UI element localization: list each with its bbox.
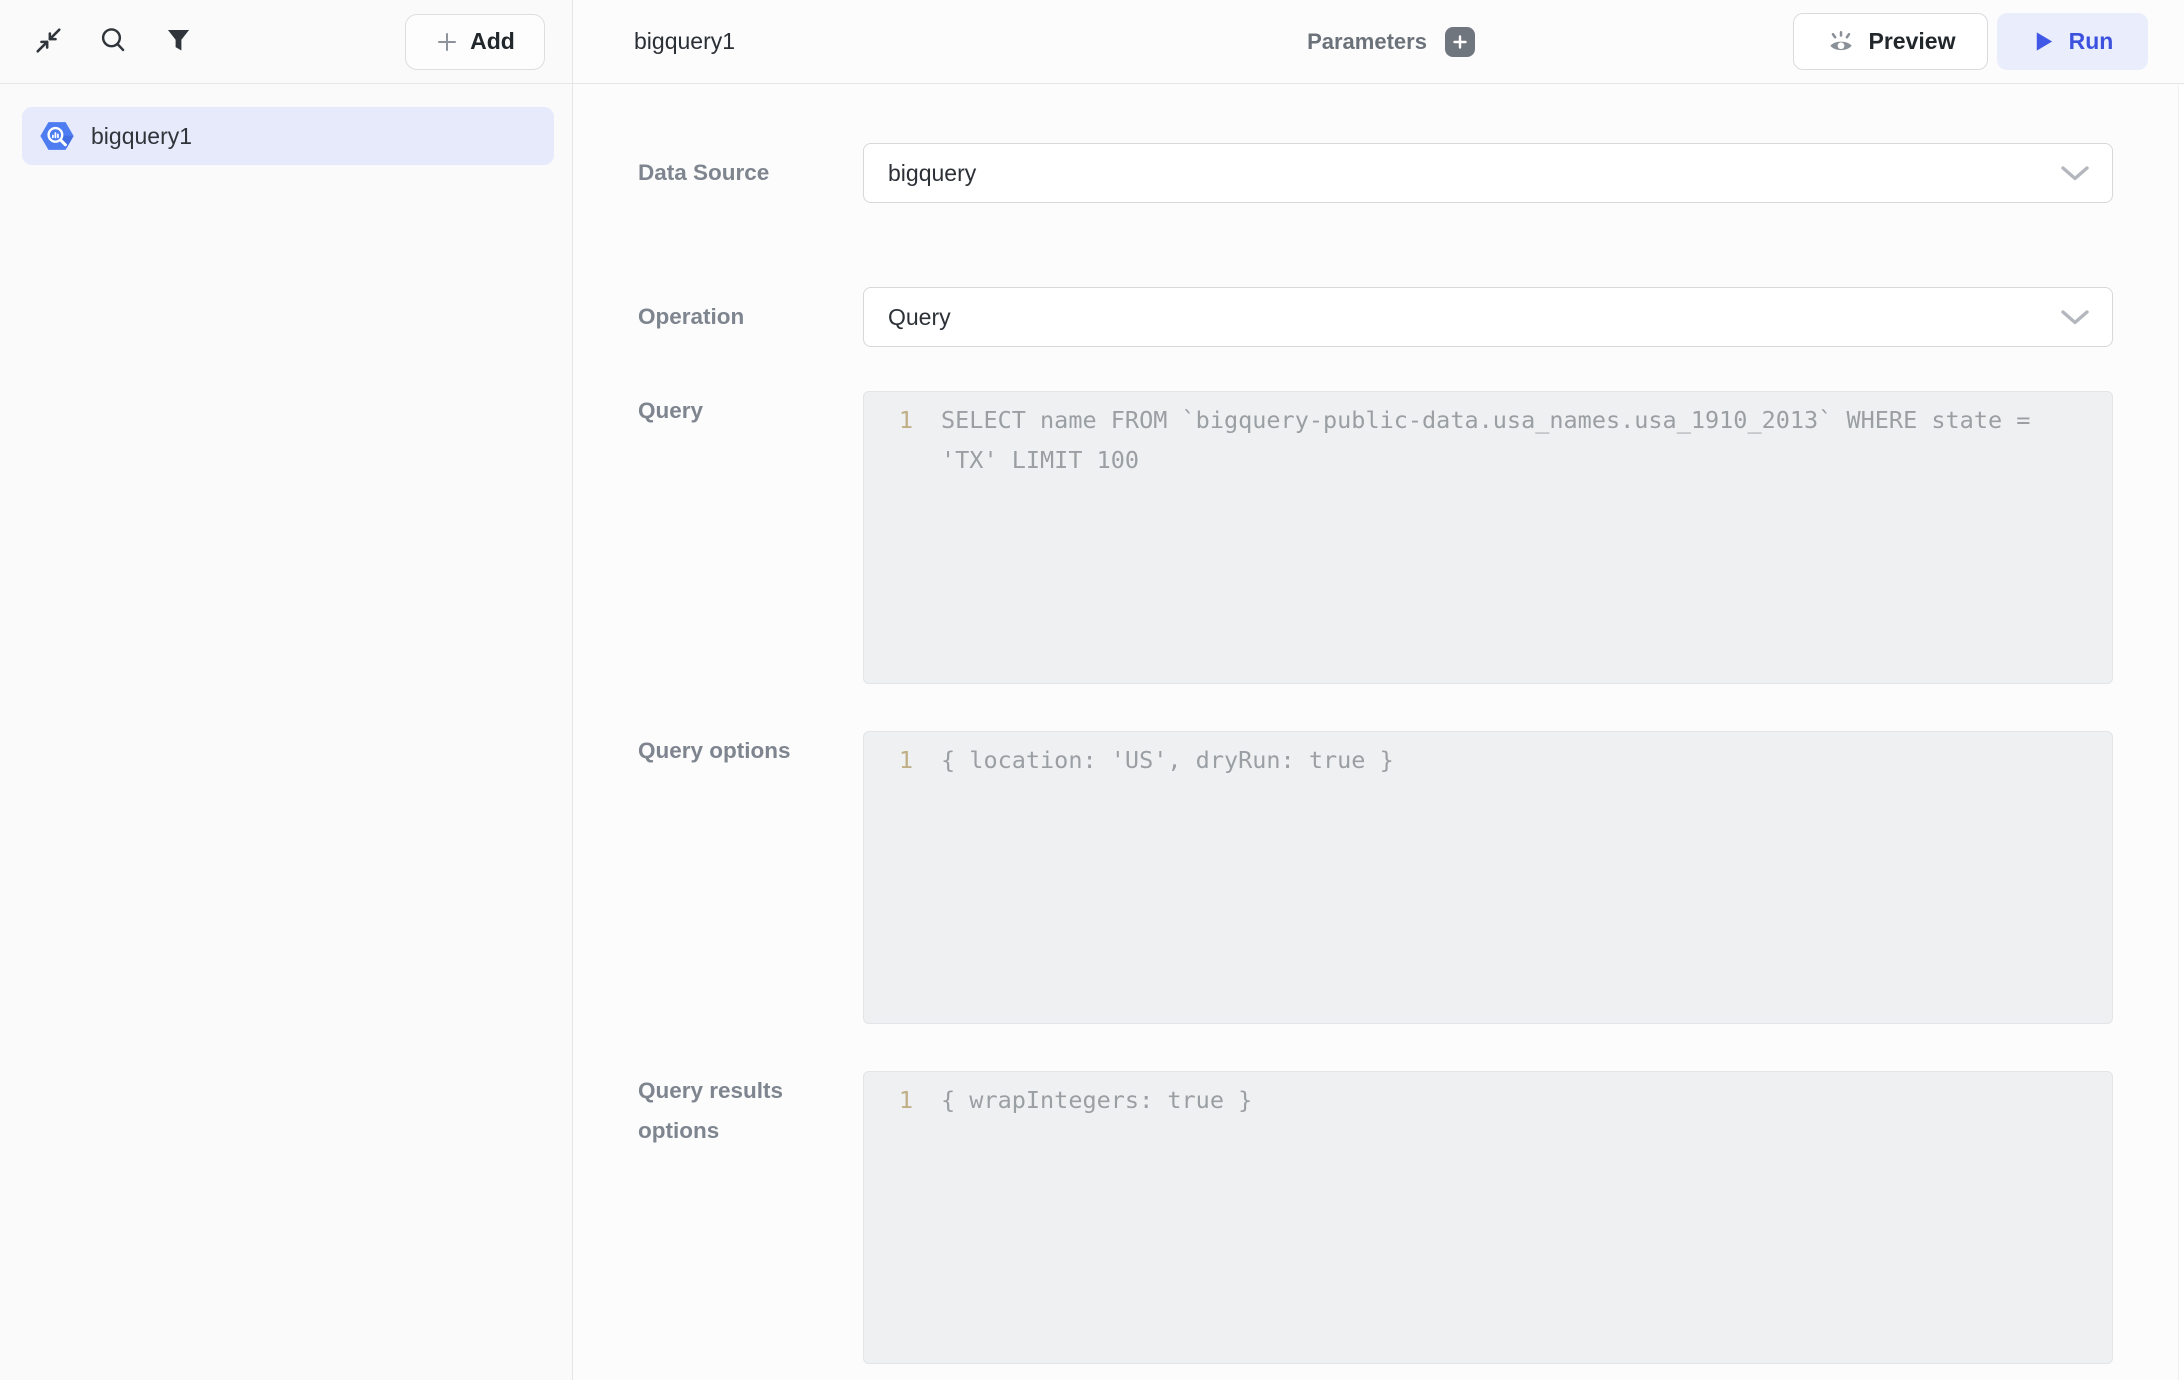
add-query-button[interactable]: Add <box>405 14 545 70</box>
query-form: Data Source bigquery Operation Query <box>573 84 2184 1380</box>
run-button[interactable]: Run <box>1997 13 2148 70</box>
line-number: 1 <box>864 1080 913 1120</box>
query-options-row: Query options 1 { location: 'US', dryRun… <box>638 731 2184 1024</box>
chevron-down-icon <box>2060 309 2090 326</box>
play-icon <box>2032 30 2055 53</box>
query-placeholder-text: SELECT name FROM `bigquery-public-data.u… <box>941 400 2071 480</box>
eye-icon <box>1826 27 1856 57</box>
parameters-label: Parameters <box>1307 29 1427 55</box>
collapse-icon <box>33 25 64 59</box>
query-code-editor[interactable]: 1 SELECT name FROM `bigquery-public-data… <box>863 391 2113 684</box>
header-actions: Preview Run <box>1793 13 2148 70</box>
query-title: bigquery1 <box>634 28 735 55</box>
data-source-value: bigquery <box>888 160 976 187</box>
query-list-sidebar: Add bigquery1 <box>0 0 573 1380</box>
parameters-section: Parameters <box>1307 27 1475 57</box>
search-icon <box>98 25 129 59</box>
query-list: bigquery1 <box>0 84 572 165</box>
query-row: Query 1 SELECT name FROM `bigquery-publi… <box>638 391 2184 684</box>
query-results-options-code-editor[interactable]: 1 { wrapIntegers: true } <box>863 1071 2113 1364</box>
bigquery-icon <box>38 119 76 153</box>
query-list-item-bigquery1[interactable]: bigquery1 <box>22 107 554 165</box>
search-button[interactable] <box>93 22 133 62</box>
query-editor-panel: bigquery1 Parameters <box>573 0 2184 1380</box>
operation-value: Query <box>888 304 951 331</box>
query-label: Query <box>638 391 863 684</box>
operation-label: Operation <box>638 297 863 337</box>
data-source-select[interactable]: bigquery <box>863 143 2113 203</box>
filter-button[interactable] <box>158 22 198 62</box>
query-results-options-placeholder-text: { wrapIntegers: true } <box>941 1080 2071 1120</box>
add-button-label: Add <box>470 28 515 55</box>
filter-icon <box>164 26 193 58</box>
query-item-label: bigquery1 <box>91 123 192 150</box>
operation-row: Operation Query <box>638 287 2184 347</box>
line-number: 1 <box>864 400 913 440</box>
query-results-options-row: Query results options 1 { wrapIntegers: … <box>638 1071 2184 1364</box>
data-source-row: Data Source bigquery <box>638 143 2184 203</box>
run-button-label: Run <box>2069 28 2114 55</box>
add-parameter-button[interactable] <box>1445 27 1475 57</box>
preview-button[interactable]: Preview <box>1793 13 1988 70</box>
line-number: 1 <box>864 740 913 780</box>
query-options-label: Query options <box>638 731 863 1024</box>
plus-icon <box>1452 34 1468 50</box>
data-source-label: Data Source <box>638 153 863 193</box>
chevron-down-icon <box>2060 165 2090 182</box>
preview-button-label: Preview <box>1869 28 1956 55</box>
query-results-options-label: Query results options <box>638 1071 863 1364</box>
collapse-sidebar-button[interactable] <box>28 22 68 62</box>
query-editor-header: bigquery1 Parameters <box>573 0 2184 84</box>
plus-icon <box>435 30 459 54</box>
query-options-code-editor[interactable]: 1 { location: 'US', dryRun: true } <box>863 731 2113 1024</box>
sidebar-toolbar: Add <box>0 0 572 84</box>
query-options-placeholder-text: { location: 'US', dryRun: true } <box>941 740 2071 780</box>
operation-select[interactable]: Query <box>863 287 2113 347</box>
scrollbar-gutter[interactable] <box>2178 85 2184 1380</box>
